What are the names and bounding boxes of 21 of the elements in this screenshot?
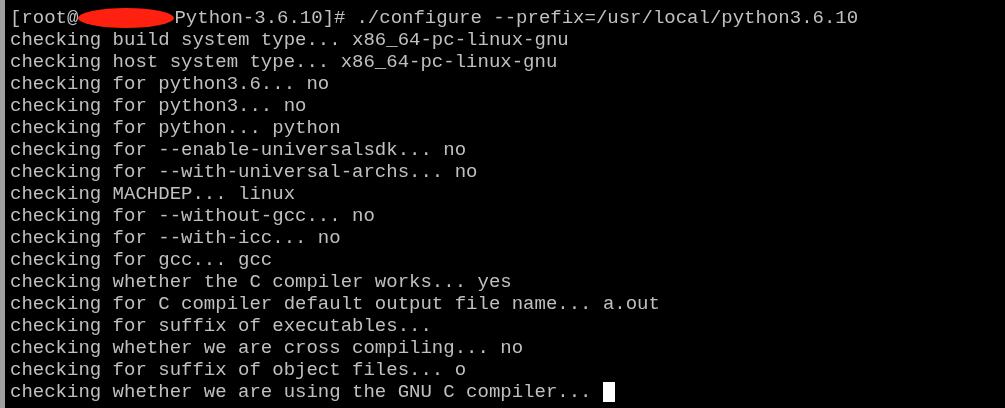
output-line: checking host system type... x86_64-pc-linux-gnu (10, 51, 558, 73)
output-line: checking for --with-icc... no (10, 227, 341, 249)
output-line: checking for --without-gcc... no (10, 205, 375, 227)
output-line: checking for suffix of executables... (10, 315, 432, 337)
output-line: checking for python3.6... no (10, 73, 330, 95)
prompt-text: Python-3.6.10]# (174, 7, 346, 29)
output-line: checking MACHDEP... linux (10, 183, 296, 205)
output-line: checking for --with-universal-archs... no (10, 161, 478, 183)
output-line: checking whether we are cross compiling... no (10, 337, 524, 359)
output-line: checking for suffix of object files... o (10, 359, 467, 381)
output-line: checking whether we are using the GNU C compiler... (10, 381, 592, 403)
output-line: checking for gcc... gcc (10, 249, 273, 271)
output-line: checking build system type... x86_64-pc-linux-gnu (10, 29, 569, 51)
text-cursor (602, 382, 615, 402)
output-line: checking whether the C compiler works... yes (10, 271, 512, 293)
output-line: checking for python... python (10, 117, 341, 139)
output-line: checking for python3... no (10, 95, 307, 117)
prompt-text: [root@ (10, 7, 79, 29)
output-line: checking for C compiler default output file name... a.out (10, 293, 660, 315)
command-text: ./configure --prefix=/usr/local/python3.6.10 (356, 7, 859, 29)
output-line: checking for --enable-universalsdk... no (10, 139, 467, 161)
